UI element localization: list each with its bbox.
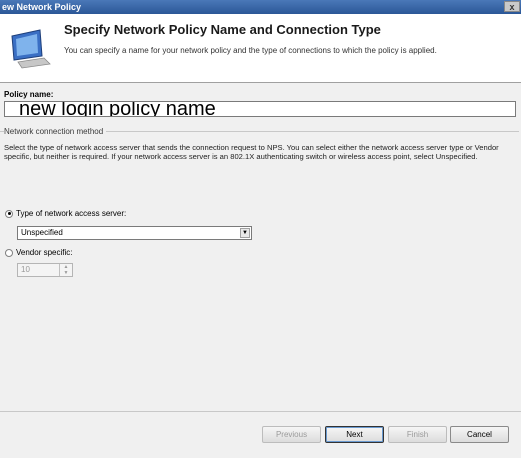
type-radio-row[interactable]: Type of network access server: [5, 209, 126, 218]
connection-method-legend: Network connection method [4, 127, 107, 136]
vendor-radio-row[interactable]: Vendor specific: [5, 248, 72, 257]
connection-method-description: Select the type of network access server… [4, 143, 499, 161]
window-title: ew Network Policy [2, 2, 82, 12]
finish-button[interactable]: Finish [388, 426, 447, 443]
server-type-selected: Unspecified [21, 228, 63, 237]
monitor-wizard-icon [11, 29, 51, 69]
page-heading: Specify Network Policy Name and Connecti… [64, 22, 381, 37]
policy-name-label: Policy name: [4, 90, 54, 99]
previous-button[interactable]: Previous [262, 426, 321, 443]
server-type-select[interactable]: Unspecified ▼ [17, 226, 252, 240]
type-radio-label: Type of network access server: [16, 209, 127, 218]
connection-method-group: Network connection method [0, 127, 519, 412]
next-button[interactable]: Next [325, 426, 384, 443]
spinner-buttons[interactable]: ▲ ▼ [59, 264, 72, 276]
chevron-down-icon[interactable]: ▼ [240, 228, 250, 238]
cancel-button[interactable]: Cancel [450, 426, 509, 443]
vendor-spinner[interactable]: 10 ▲ ▼ [17, 263, 73, 277]
title-bar: ew Network Policy x [0, 0, 521, 14]
vendor-radio-label: Vendor specific: [16, 248, 73, 257]
close-button[interactable]: x [504, 1, 520, 12]
page-subtitle: You can specify a name for your network … [64, 46, 437, 55]
policy-name-input[interactable]: new login policy name [4, 101, 516, 117]
footer-divider [0, 411, 521, 412]
wizard-header: Specify Network Policy Name and Connecti… [0, 14, 521, 83]
vendor-value: 10 [21, 265, 30, 274]
type-radio-button[interactable] [5, 209, 13, 218]
spin-down-icon[interactable]: ▼ [60, 270, 72, 276]
vendor-radio-button[interactable] [5, 248, 13, 257]
